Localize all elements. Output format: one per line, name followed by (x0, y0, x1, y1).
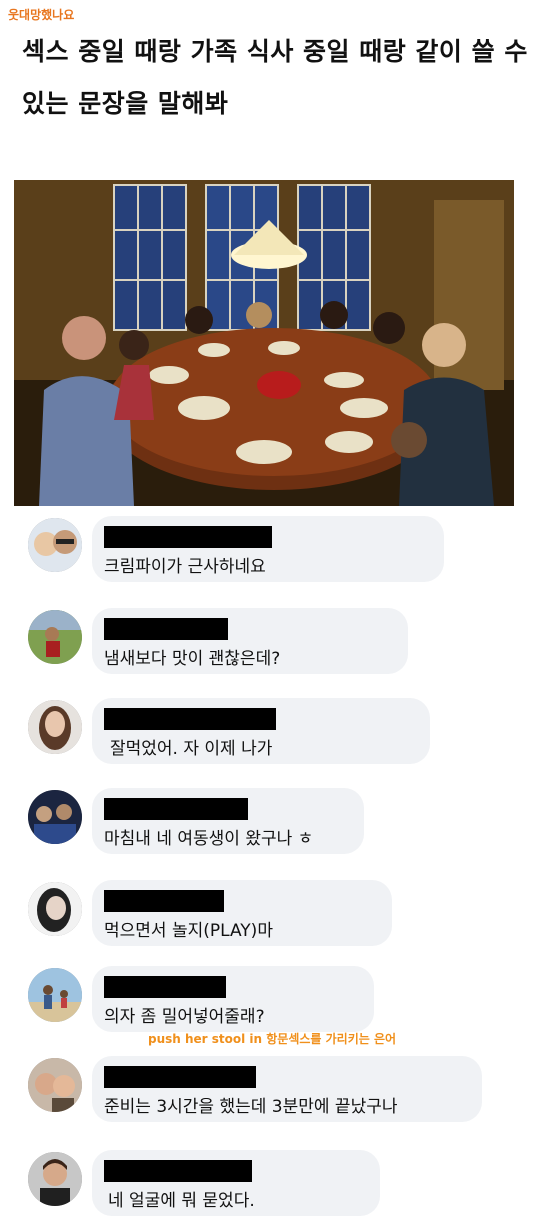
comment-item: 준비는 3시간을 했는데 3분만에 끝났구나 (0, 1056, 560, 1122)
commenter-avatar[interactable] (28, 790, 82, 844)
redacted-name (104, 526, 272, 548)
comment-item: 먹으면서 놀지(PLAY)마 (0, 880, 560, 946)
family-dinner-photo (14, 180, 514, 506)
comment-bubble: 의자 좀 밀어넣어줄래? (92, 966, 374, 1032)
redacted-name (104, 618, 228, 640)
comment-text: 의자 좀 밀어넣어줄래? (104, 1007, 265, 1027)
commenter-avatar[interactable] (28, 1152, 82, 1206)
comment-text: 네 얼굴에 뭐 묻었다. (108, 1191, 255, 1211)
post-title: 섹스 중일 때랑 가족 식사 중일 때랑 같이 쓸 수 있는 문장을 말해봐 (22, 37, 528, 118)
commenter-avatar[interactable] (28, 610, 82, 664)
commenter-avatar[interactable] (28, 700, 82, 754)
comment-text: 잘먹었어. 자 이제 나가 (110, 739, 273, 759)
comment-text: 마침내 네 여동생이 왔구나 ㅎ (104, 829, 314, 849)
redacted-name (104, 890, 224, 912)
comment-item: 냄새보다 맛이 괜찮은데? (0, 608, 560, 674)
comment-item: 마침내 네 여동생이 왔구나 ㅎ (0, 788, 560, 854)
redacted-name (104, 708, 276, 730)
comment-bubble: 먹으면서 놀지(PLAY)마 (92, 880, 392, 946)
comment-bubble: 냄새보다 맛이 괜찮은데? (92, 608, 408, 674)
comment-bubble: 크림파이가 근사하네요 (92, 516, 444, 582)
comment-bubble: 네 얼굴에 뭐 묻었다. (92, 1150, 380, 1216)
commenter-avatar[interactable] (28, 1058, 82, 1112)
comment-text: 먹으면서 놀지(PLAY)마 (104, 921, 273, 941)
comment-bubble: 마침내 네 여동생이 왔구나 ㅎ (92, 788, 364, 854)
watermark-label: 웃대망했나요 (8, 8, 75, 22)
redacted-name (104, 976, 226, 998)
comment-bubble: 잘먹었어. 자 이제 나가 (92, 698, 430, 764)
redacted-name (104, 1160, 252, 1182)
redacted-name (104, 1066, 256, 1088)
commenter-avatar[interactable] (28, 882, 82, 936)
comment-text: 준비는 3시간을 했는데 3분만에 끝났구나 (104, 1097, 398, 1117)
commenter-avatar[interactable] (28, 518, 82, 572)
commenter-avatar[interactable] (28, 968, 82, 1022)
translation-note: push her stool in 항문섹스를 가리키는 은어 (148, 1032, 397, 1046)
comment-text: 냄새보다 맛이 괜찮은데? (104, 649, 281, 669)
comment-item: 의자 좀 밀어넣어줄래? (0, 966, 560, 1032)
comment-item: 크림파이가 근사하네요 (0, 516, 560, 582)
comment-text: 크림파이가 근사하네요 (104, 557, 266, 577)
comment-item: 네 얼굴에 뭐 묻었다. (0, 1150, 560, 1216)
comment-bubble: 준비는 3시간을 했는데 3분만에 끝났구나 (92, 1056, 482, 1122)
redacted-name (104, 798, 248, 820)
comment-item: 잘먹었어. 자 이제 나가 (0, 698, 560, 764)
